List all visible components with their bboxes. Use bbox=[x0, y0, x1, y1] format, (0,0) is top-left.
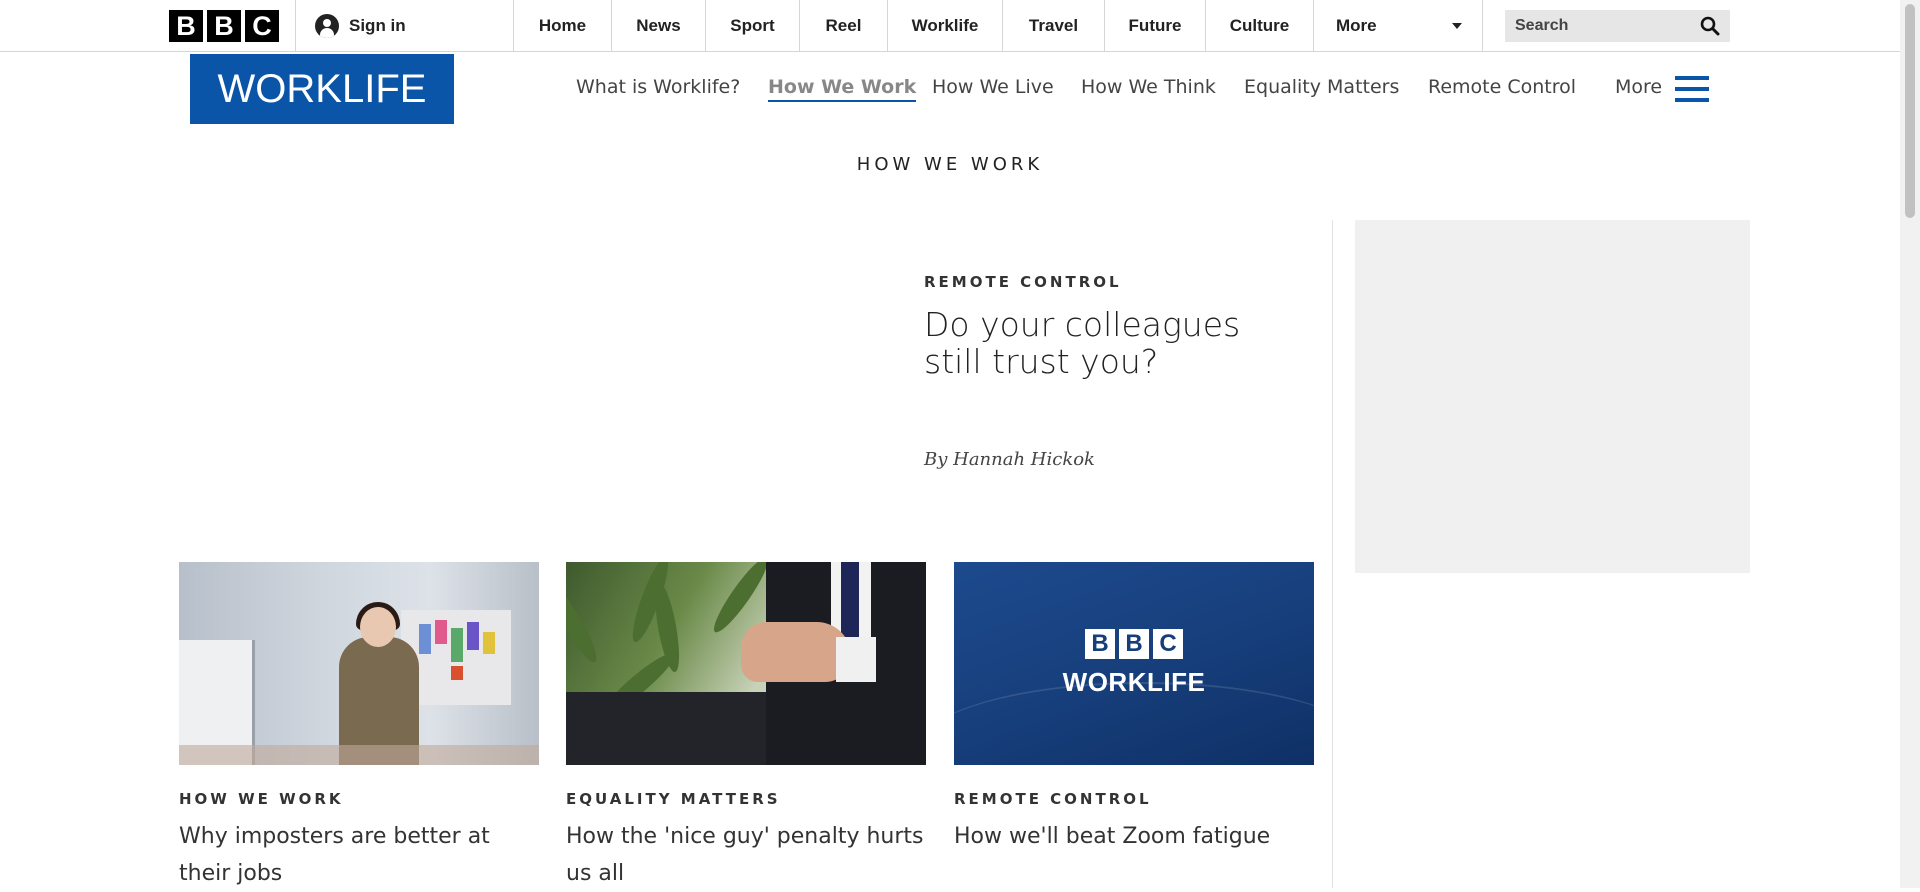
hamburger-icon[interactable] bbox=[1675, 76, 1709, 102]
story-kicker[interactable]: REMOTE CONTROL bbox=[954, 790, 1152, 808]
global-header: B B C Sign in Home News Sport Reel Workl… bbox=[0, 0, 1900, 52]
global-nav: Home News Sport Reel Worklife Travel Fut… bbox=[513, 0, 1483, 51]
user-icon bbox=[315, 14, 339, 38]
card-logo-letter: B bbox=[1085, 629, 1115, 659]
story-kicker[interactable]: EQUALITY MATTERS bbox=[566, 790, 781, 808]
global-nav-reel[interactable]: Reel bbox=[799, 0, 887, 51]
story-thumbnail[interactable]: B B C WORKLIFE bbox=[954, 562, 1314, 765]
feature-headline[interactable]: Do your colleagues still trust you? bbox=[924, 306, 1284, 380]
story-card[interactable]: B B C WORKLIFE REMOTE CONTROL How we'll … bbox=[954, 562, 1314, 849]
story-title[interactable]: How the 'nice guy' penalty hurts us all bbox=[566, 818, 926, 892]
worklife-nav-more[interactable]: More bbox=[1615, 76, 1662, 98]
sign-in-link[interactable]: Sign in bbox=[315, 14, 406, 38]
search-icon[interactable] bbox=[1700, 16, 1720, 36]
feature-byline: By Hannah Hickok bbox=[924, 449, 1095, 470]
global-nav-culture[interactable]: Culture bbox=[1205, 0, 1313, 51]
feature-image[interactable] bbox=[179, 240, 899, 510]
global-nav-more-label: More bbox=[1336, 15, 1377, 35]
search-placeholder: Search bbox=[1515, 17, 1569, 34]
worklife-card-logo: B B C bbox=[1085, 629, 1183, 659]
story-title[interactable]: How we'll beat Zoom fatigue bbox=[954, 818, 1314, 855]
global-nav-sport[interactable]: Sport bbox=[705, 0, 799, 51]
advert-slot[interactable] bbox=[1355, 220, 1750, 573]
divider bbox=[295, 0, 296, 51]
story-card[interactable]: HOW WE WORK Why imposters are better at … bbox=[179, 562, 539, 886]
global-nav-travel[interactable]: Travel bbox=[1002, 0, 1104, 51]
column-divider bbox=[1332, 220, 1333, 888]
worklife-nav-how-we-live[interactable]: How We Live bbox=[932, 76, 1054, 98]
story-kicker[interactable]: HOW WE WORK bbox=[179, 790, 344, 808]
worklife-nav-equality-matters[interactable]: Equality Matters bbox=[1244, 76, 1399, 98]
global-nav-news[interactable]: News bbox=[611, 0, 705, 51]
worklife-logo[interactable]: WORKLIFE bbox=[190, 54, 454, 124]
search-input[interactable]: Search bbox=[1505, 10, 1730, 42]
bbc-logo[interactable]: B B C bbox=[169, 10, 279, 42]
worklife-nav-remote-control[interactable]: Remote Control bbox=[1428, 76, 1576, 98]
sign-in-label: Sign in bbox=[349, 16, 406, 35]
story-thumbnail[interactable] bbox=[566, 562, 926, 765]
story-title[interactable]: Why imposters are better at their jobs bbox=[179, 818, 539, 892]
story-card[interactable]: EQUALITY MATTERS How the 'nice guy' pena… bbox=[566, 562, 926, 886]
global-nav-future[interactable]: Future bbox=[1104, 0, 1205, 51]
page-scrollbar[interactable] bbox=[1900, 0, 1920, 888]
section-title: HOW WE WORK bbox=[856, 154, 1044, 175]
chevron-down-icon bbox=[1452, 22, 1462, 29]
bbc-logo-letter: B bbox=[207, 10, 241, 42]
global-nav-more[interactable]: More bbox=[1313, 0, 1483, 51]
worklife-nav-how-we-think[interactable]: How We Think bbox=[1081, 76, 1216, 98]
bbc-logo-letter: C bbox=[245, 10, 279, 42]
card-logo-letter: B bbox=[1119, 629, 1149, 659]
worklife-nav-what-is-worklife[interactable]: What is Worklife? bbox=[576, 76, 740, 98]
feature-kicker[interactable]: REMOTE CONTROL bbox=[924, 273, 1122, 291]
scrollbar-thumb[interactable] bbox=[1905, 4, 1915, 218]
global-nav-worklife[interactable]: Worklife bbox=[887, 0, 1002, 51]
global-nav-home[interactable]: Home bbox=[513, 0, 611, 51]
bbc-logo-letter: B bbox=[169, 10, 203, 42]
worklife-nav-how-we-work[interactable]: How We Work bbox=[768, 76, 917, 102]
story-thumbnail[interactable] bbox=[179, 562, 539, 765]
card-logo-letter: C bbox=[1153, 629, 1183, 659]
